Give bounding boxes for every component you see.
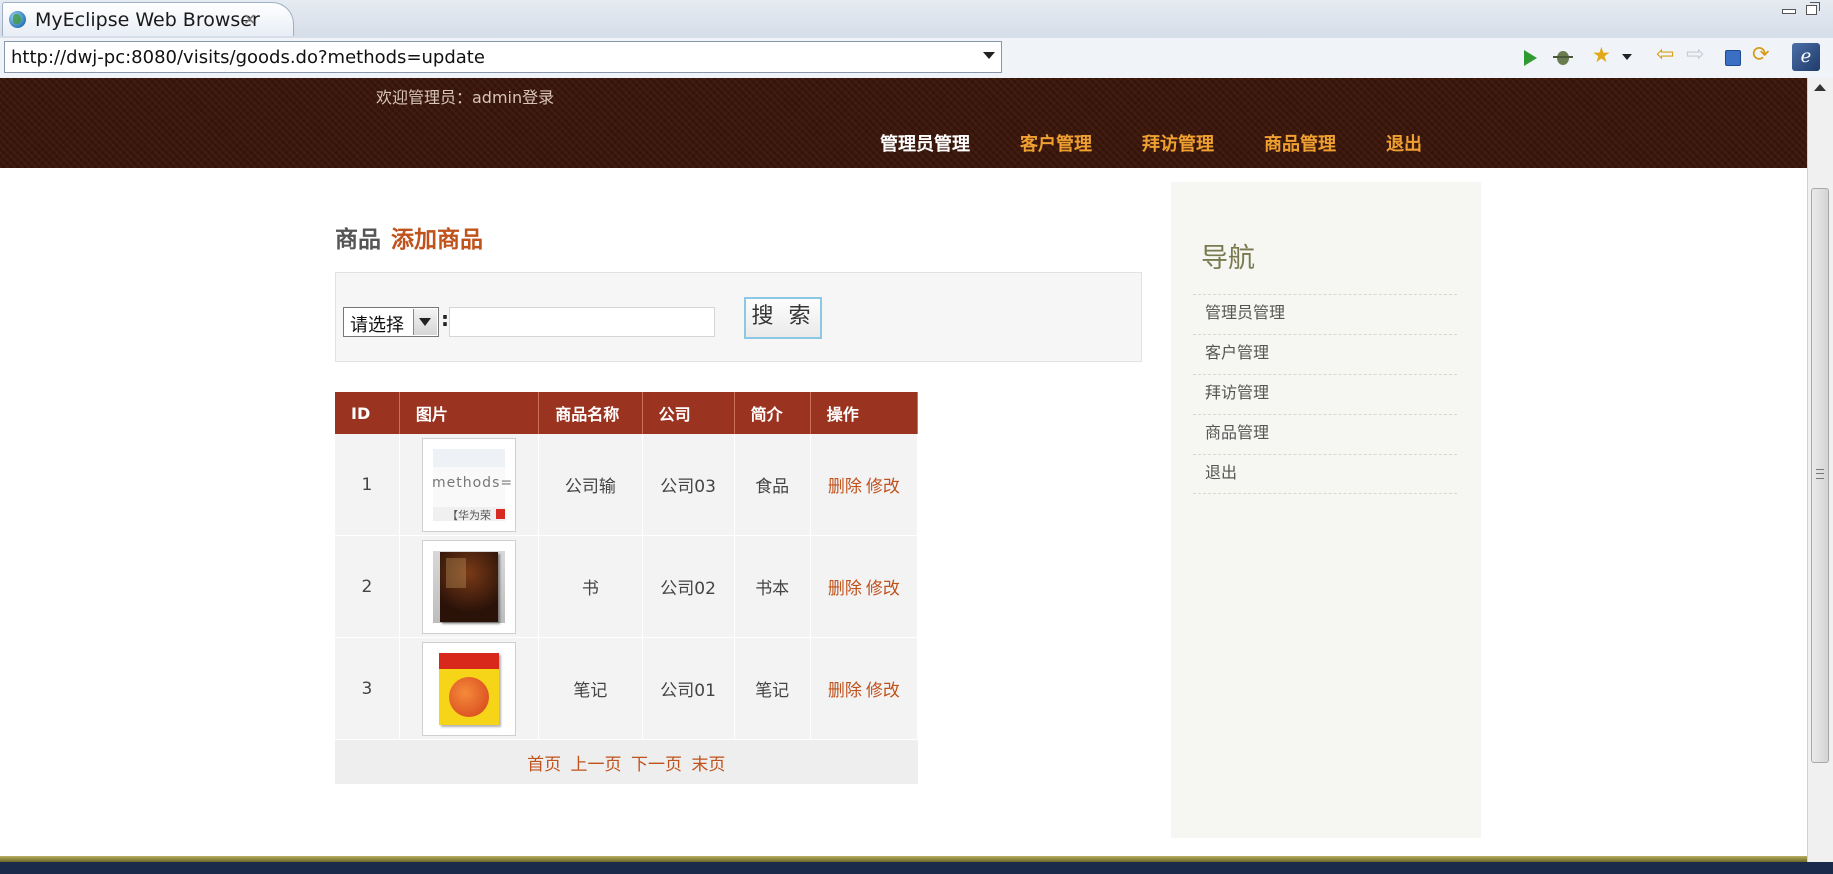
cell-operation: 删除 修改	[810, 535, 919, 638]
thumb-caption: methods=	[432, 474, 514, 491]
site-header: 欢迎管理员：admin登录 管理员管理 客户管理 拜访管理 商品管理 退出	[0, 78, 1807, 168]
th-desc: 简介	[734, 392, 811, 434]
page-title: 商品 添加商品	[335, 220, 483, 254]
thumb-subcaption: 【华为荣	[433, 506, 505, 522]
cell-name: 公司输	[538, 434, 643, 536]
cell-company: 公司01	[642, 637, 735, 740]
nav-goods-manage[interactable]: 商品管理	[1264, 130, 1336, 160]
address-bar[interactable]: http://dwj-pc:8080/visits/goods.do?metho…	[4, 41, 1002, 73]
nav-logout[interactable]: 退出	[1386, 130, 1422, 160]
page-viewport: 欢迎管理员：admin登录 管理员管理 客户管理 拜访管理 商品管理 退出 商品…	[0, 78, 1807, 862]
search-field-select[interactable]: 请选择	[343, 307, 439, 337]
goods-thumbnail	[422, 641, 516, 736]
browser-tab[interactable]: MyEclipse Web Browser ✕	[2, 2, 294, 36]
nav-admin-manage[interactable]: 管理员管理	[880, 130, 970, 160]
top-nav: 管理员管理 客户管理 拜访管理 商品管理 退出	[880, 130, 1472, 160]
sidebar-item-goods[interactable]: 商品管理	[1193, 414, 1457, 454]
sidebar-item-customer[interactable]: 客户管理	[1193, 334, 1457, 374]
nav-customer-manage[interactable]: 客户管理	[1020, 130, 1092, 160]
url-text: http://dwj-pc:8080/visits/goods.do?metho…	[11, 47, 485, 68]
search-panel: 请选择 : 搜 索	[335, 272, 1142, 362]
cell-name: 书	[538, 535, 643, 638]
myeclipse-logo-icon[interactable]: ℯ	[1792, 43, 1820, 71]
edit-link[interactable]: 修改	[866, 579, 900, 599]
edit-link[interactable]: 修改	[866, 681, 900, 701]
chevron-down-icon[interactable]	[413, 309, 437, 335]
sidebar-item-visit[interactable]: 拜访管理	[1193, 374, 1457, 414]
search-button[interactable]: 搜 索	[744, 297, 822, 339]
cell-image	[399, 637, 540, 740]
table-row: 3 笔记 公司01 笔记 删除 修改	[335, 637, 919, 740]
nav-visit-manage[interactable]: 拜访管理	[1142, 130, 1214, 160]
th-operation: 操作	[810, 392, 919, 434]
th-id: ID	[335, 392, 400, 434]
cell-company: 公司03	[642, 434, 735, 536]
cell-desc: 食品	[734, 434, 811, 536]
page-title-text: 商品	[335, 227, 381, 253]
goods-table: ID 图片 商品名称 公司 简介 操作 1 methods= 【华为荣 公司输 …	[335, 392, 919, 784]
add-goods-link[interactable]: 添加商品	[391, 227, 483, 253]
cell-id: 2	[335, 535, 400, 638]
pager-row: 首页 上一页 下一页 末页	[335, 739, 918, 784]
cell-image: methods= 【华为荣	[399, 434, 540, 536]
window-bottom-edge	[0, 862, 1833, 874]
table-row: 1 methods= 【华为荣 公司输 公司03 食品 删除 修改	[335, 434, 919, 536]
delete-link[interactable]: 删除	[828, 477, 862, 497]
forward-arrow-icon[interactable]: ⇨	[1686, 42, 1708, 67]
pager-prev[interactable]: 上一页	[571, 755, 622, 775]
favorites-dropdown-icon[interactable]	[1622, 54, 1632, 60]
pager-first[interactable]: 首页	[527, 755, 561, 775]
th-name: 商品名称	[538, 392, 643, 434]
refresh-icon[interactable]: ⟳	[1752, 42, 1774, 66]
colon-label: :	[441, 307, 449, 331]
pager-last[interactable]: 末页	[691, 755, 725, 775]
close-icon[interactable]: ✕	[243, 10, 256, 29]
scroll-up-icon[interactable]	[1814, 84, 1826, 91]
th-image: 图片	[399, 392, 540, 434]
vertical-scrollbar[interactable]	[1807, 78, 1833, 862]
sidebar-title: 导航	[1201, 243, 1255, 274]
debug-icon[interactable]	[1552, 47, 1574, 69]
table-row: 2 书 公司02 书本 删除 修改	[335, 535, 919, 638]
back-arrow-icon[interactable]: ⇦	[1656, 42, 1678, 67]
cell-name: 笔记	[538, 637, 643, 740]
tab-title: MyEclipse Web Browser	[35, 9, 260, 31]
browser-toolbar: http://dwj-pc:8080/visits/goods.do?metho…	[0, 38, 1833, 79]
scrollbar-thumb[interactable]	[1811, 188, 1829, 763]
sidebar-list: 管理员管理 客户管理 拜访管理 商品管理 退出	[1193, 294, 1457, 494]
select-value: 请选择	[350, 315, 404, 336]
cell-company: 公司02	[642, 535, 735, 638]
table-header-row: ID 图片 商品名称 公司 简介 操作	[335, 392, 919, 434]
welcome-text: 欢迎管理员：admin登录	[376, 88, 555, 107]
sidebar-item-logout[interactable]: 退出	[1193, 454, 1457, 494]
goods-thumbnail	[422, 539, 516, 634]
cell-image	[399, 535, 540, 638]
pager: 首页 上一页 下一页 末页	[335, 739, 918, 784]
goods-thumbnail: methods= 【华为荣	[422, 437, 516, 532]
cell-desc: 书本	[734, 535, 811, 638]
cell-id: 3	[335, 637, 400, 740]
delete-link[interactable]: 删除	[828, 681, 862, 701]
globe-icon	[9, 11, 26, 28]
stop-icon[interactable]	[1722, 47, 1744, 69]
sidebar-item-admin[interactable]: 管理员管理	[1193, 294, 1457, 334]
cell-id: 1	[335, 434, 400, 536]
grip-icon	[1816, 469, 1824, 479]
url-dropdown-icon[interactable]	[983, 52, 995, 59]
cell-operation: 删除 修改	[810, 637, 919, 740]
pager-next[interactable]: 下一页	[631, 755, 682, 775]
favorites-icon[interactable]: ★	[1592, 43, 1614, 67]
cell-desc: 笔记	[734, 637, 811, 740]
th-company: 公司	[642, 392, 735, 434]
delete-link[interactable]: 删除	[828, 579, 862, 599]
run-icon[interactable]	[1520, 47, 1542, 69]
search-input[interactable]	[449, 307, 715, 337]
cell-operation: 删除 修改	[810, 434, 919, 536]
sidebar-nav: 导航 管理员管理 客户管理 拜访管理 商品管理 退出	[1171, 182, 1481, 838]
browser-tab-bar: MyEclipse Web Browser ✕	[0, 0, 1833, 39]
edit-link[interactable]: 修改	[866, 477, 900, 497]
